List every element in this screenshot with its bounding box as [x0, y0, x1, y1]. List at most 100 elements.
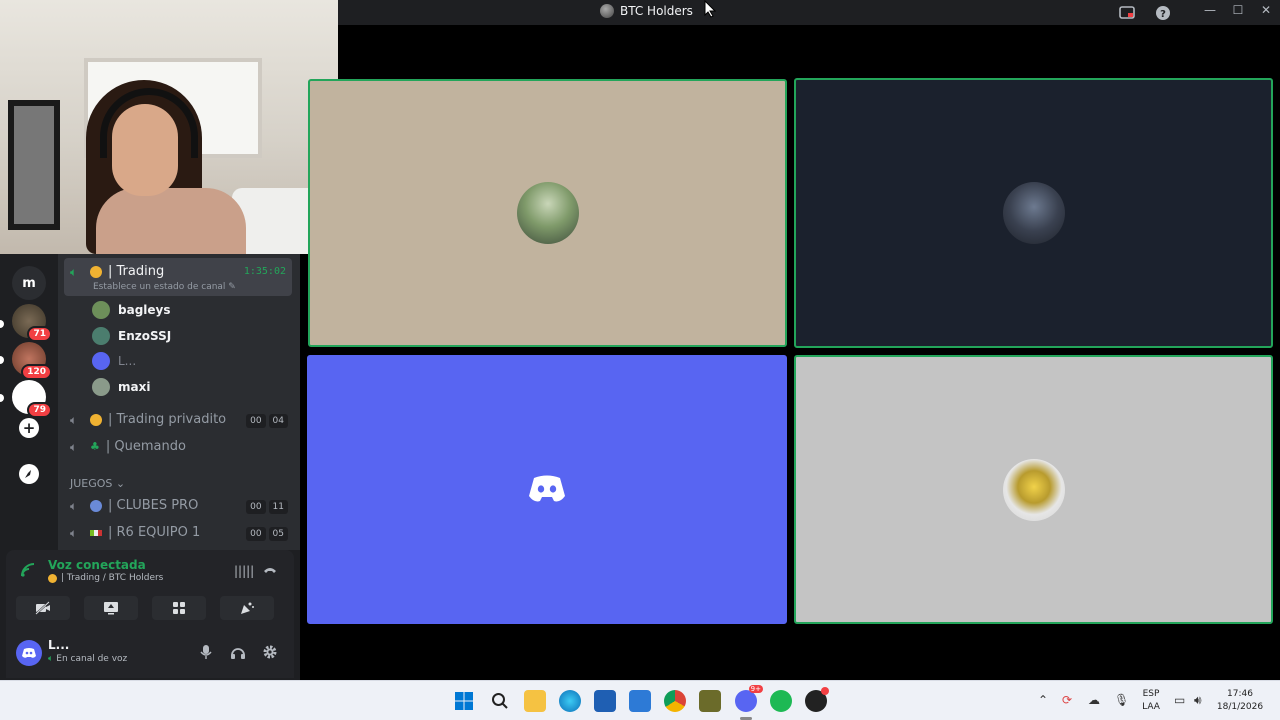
- camera-off-button[interactable]: [16, 596, 70, 620]
- channel-name: | Trading privadito: [108, 412, 227, 427]
- speaker-icon: 🔈︎: [70, 264, 78, 279]
- server-71[interactable]: 71: [12, 304, 52, 342]
- channel-quemando[interactable]: 🔈︎ ♣ | Quemando: [70, 439, 186, 454]
- count-b: 11: [268, 500, 288, 514]
- help-icon[interactable]: ?: [1154, 4, 1172, 22]
- svg-text:?: ?: [1160, 9, 1166, 20]
- soundboard-button[interactable]: [220, 596, 274, 620]
- channel-trading-name: | Trading: [108, 264, 165, 279]
- avatar: [1002, 458, 1065, 521]
- network-icon[interactable]: ▭: [1174, 693, 1185, 707]
- taskbar: 9+ ⌃ ⟳ ☁ 🎙︎ ESP LAA ▭ 🔊︎ 17:46 18/1/2026: [0, 680, 1280, 720]
- discord-window: BTC Holders ? — ☐ ✕ m 71 120 79 + 🔈︎ | T…: [0, 0, 1280, 720]
- count-a: 00: [246, 500, 266, 514]
- mouse-cursor-icon: [704, 0, 717, 22]
- channel-r6-equipo-1[interactable]: 🔈︎ | R6 EQUIPO 1: [70, 525, 200, 540]
- search-icon[interactable]: [489, 690, 511, 712]
- category-juegos[interactable]: JUEGOS ⌄: [70, 477, 125, 490]
- volume-icon[interactable]: 🔊︎: [1194, 693, 1202, 708]
- screen-share-button[interactable]: [84, 596, 138, 620]
- channel-name: | CLUBES PRO: [108, 498, 199, 513]
- system-clock[interactable]: 17:46 18/1/2026: [1210, 688, 1270, 714]
- coin-icon: [90, 413, 102, 426]
- avatar: [92, 352, 110, 370]
- explore-icon[interactable]: [19, 464, 39, 484]
- voice-user-name: maxi: [118, 380, 151, 394]
- channel-name: | R6 EQUIPO 1: [108, 525, 201, 540]
- server-79[interactable]: 79: [12, 380, 52, 418]
- avatar: [92, 378, 110, 396]
- participant-tile-2[interactable]: [794, 78, 1273, 348]
- voice-user[interactable]: L...: [92, 352, 136, 370]
- voice-status[interactable]: Voz conectada: [48, 558, 146, 572]
- channel-status[interactable]: Establece un estado de canal ✎: [93, 282, 236, 292]
- signal-icon[interactable]: [20, 562, 36, 582]
- noise-suppression-icon[interactable]: |||||: [234, 564, 254, 578]
- voice-location-text: | Trading / BTC Holders: [61, 573, 164, 583]
- disconnect-icon[interactable]: [262, 562, 278, 582]
- participant-tile-3[interactable]: [307, 355, 787, 624]
- channel-clubes-pro[interactable]: 🔈︎ | CLUBES PRO: [70, 498, 198, 513]
- server-m[interactable]: m: [12, 266, 46, 300]
- count-b: 05: [268, 527, 288, 541]
- avatar: [92, 327, 110, 345]
- avatar: [92, 301, 110, 319]
- windows-start-icon[interactable]: [453, 690, 475, 712]
- headphones-icon[interactable]: [229, 644, 247, 662]
- microphone-tray-icon[interactable]: 🎙︎: [1114, 693, 1129, 707]
- store-icon[interactable]: [594, 690, 616, 712]
- server-120[interactable]: 120: [12, 342, 52, 380]
- clock-date: 18/1/2026: [1216, 702, 1264, 712]
- user-name[interactable]: L...: [48, 638, 69, 652]
- channel-label: Quemando: [114, 439, 186, 454]
- coin-icon: [90, 265, 102, 278]
- inbox-icon[interactable]: [1118, 4, 1136, 22]
- avatar: [516, 182, 579, 244]
- avatar[interactable]: [16, 640, 42, 666]
- speaker-icon: 🔈︎: [70, 525, 78, 540]
- window-title: BTC Holders: [600, 4, 693, 18]
- participant-tile-4[interactable]: [794, 355, 1273, 624]
- voice-user-name: EnzoSSJ: [118, 329, 172, 343]
- voice-user-name: L...: [118, 354, 137, 368]
- edge-browser-icon[interactable]: [559, 690, 581, 712]
- coin-icon: [48, 573, 57, 583]
- language-indicator[interactable]: ESP LAA: [1138, 688, 1164, 714]
- microphone-icon[interactable]: [197, 644, 215, 662]
- voice-user[interactable]: maxi: [92, 378, 150, 396]
- obs-icon[interactable]: [805, 687, 829, 712]
- close-button[interactable]: ✕: [1256, 3, 1276, 21]
- language-1: ESP: [1142, 689, 1160, 699]
- voice-user[interactable]: bagleys: [92, 301, 171, 319]
- add-server-icon[interactable]: +: [19, 418, 39, 438]
- spotify-icon[interactable]: [770, 690, 792, 712]
- tray-expand-icon[interactable]: ⌃: [1038, 693, 1048, 707]
- chrome-icon[interactable]: [664, 690, 686, 712]
- activities-button[interactable]: [152, 596, 206, 620]
- cloud-icon[interactable]: ☁: [1088, 693, 1100, 707]
- voice-location[interactable]: | Trading / BTC Holders: [48, 573, 163, 583]
- outlook-icon[interactable]: [629, 690, 651, 712]
- speaker-icon: 🔈︎: [48, 654, 54, 664]
- title-bar: BTC Holders ? — ☐ ✕: [338, 0, 1280, 25]
- settings-gear-icon[interactable]: [261, 644, 279, 662]
- sync-icon[interactable]: ⟳: [1062, 693, 1072, 707]
- voice-user[interactable]: EnzoSSJ: [92, 327, 171, 345]
- webcam-person-body: [96, 188, 246, 254]
- maximize-button[interactable]: ☐: [1228, 3, 1248, 21]
- minecraft-icon[interactable]: [699, 690, 721, 712]
- channel-trading-row[interactable]: 🔈︎ | Trading: [70, 264, 164, 279]
- channel-list: 🔈︎ | Trading 1:35:02 Establece un estado…: [58, 254, 300, 550]
- channel-trading-label: Trading: [116, 264, 165, 279]
- unread-pill: [0, 394, 4, 402]
- window-title-text: BTC Holders: [620, 4, 693, 18]
- channel-trading-privadito[interactable]: 🔈︎ | Trading privadito: [70, 412, 226, 427]
- server-m-label: m: [22, 275, 36, 291]
- discord-taskbar-icon[interactable]: 9+: [735, 685, 763, 712]
- speaker-icon: 🔈︎: [70, 498, 78, 513]
- count-a: 00: [246, 527, 266, 541]
- file-explorer-icon[interactable]: [524, 690, 546, 712]
- avatar: [1002, 182, 1065, 244]
- participant-tile-1[interactable]: [308, 79, 787, 347]
- minimize-button[interactable]: —: [1200, 3, 1220, 21]
